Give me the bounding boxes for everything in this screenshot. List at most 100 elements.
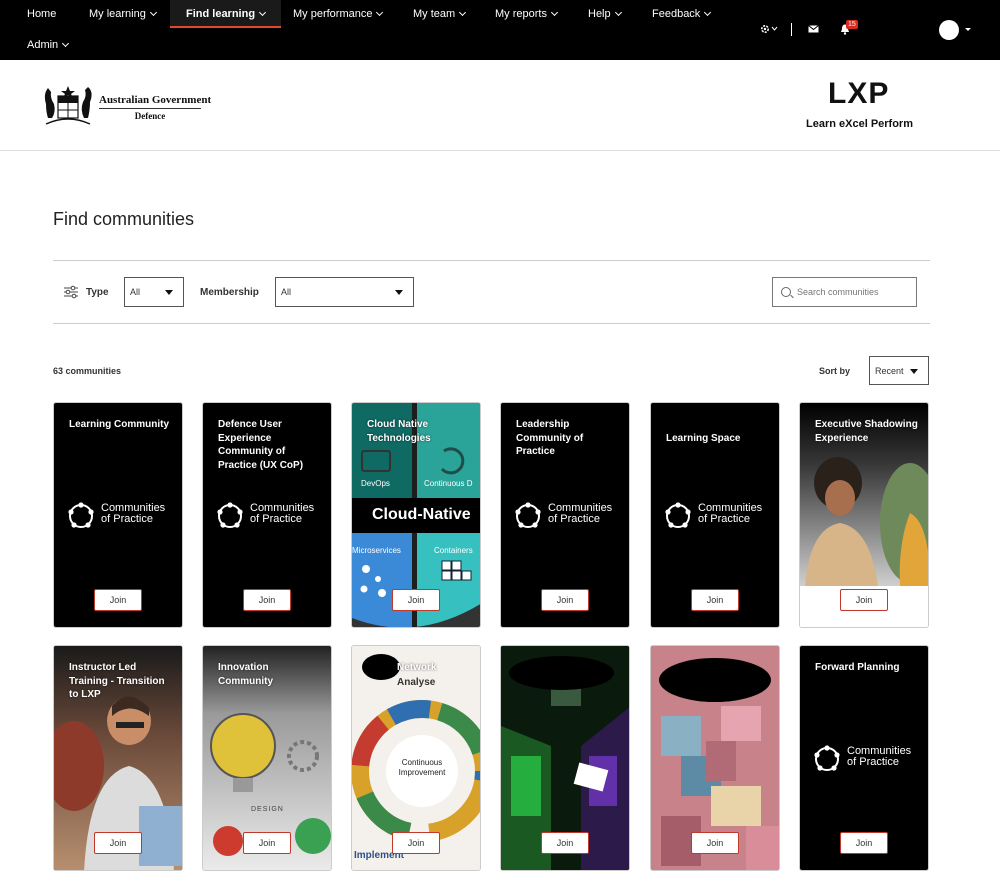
membership-select-value: All (281, 287, 292, 297)
microservices-label: Microservices (352, 546, 401, 555)
join-button[interactable]: Join (243, 832, 291, 854)
caret-down-icon (165, 290, 173, 295)
community-card[interactable]: Learning Community Communities of Practic… (53, 402, 183, 628)
lxp-logo[interactable]: LXP (828, 78, 889, 110)
join-button[interactable]: Join (94, 589, 142, 611)
redaction-mark (659, 658, 771, 702)
notification-badge: 15 (846, 20, 858, 29)
community-card[interactable]: Join (500, 645, 630, 871)
card-title: Network (397, 662, 437, 673)
join-button[interactable]: Join (243, 589, 291, 611)
chevron-down-icon (62, 39, 70, 48)
cloud-native-banner: Cloud-Native (372, 506, 471, 523)
filter-sliders-icon (64, 285, 78, 299)
nav-my-performance[interactable]: My performance (293, 0, 384, 28)
chevron-down-icon (459, 8, 467, 17)
sort-label: Sort by (819, 366, 851, 376)
nav-label: Admin (27, 39, 59, 51)
community-card[interactable]: Join (650, 645, 780, 871)
nav-help[interactable]: Help (588, 0, 622, 28)
design-sketch-label: DESIGN (251, 806, 284, 813)
divider (53, 260, 930, 261)
nav-my-reports[interactable]: My reports (495, 0, 559, 28)
sort-select-value: Recent (875, 366, 904, 376)
nav-my-team[interactable]: My team (413, 0, 467, 28)
department-name: Defence (134, 111, 166, 121)
card-title: Forward Planning (815, 662, 900, 673)
card-title: Leadership Community of Practice (516, 419, 584, 457)
cop-network-icon (814, 745, 840, 771)
join-button[interactable]: Join (840, 589, 888, 611)
cop-line-2: of Practice (548, 513, 600, 525)
page-title: Find communities (53, 209, 195, 229)
cop-line-2: of Practice (698, 513, 750, 525)
chevron-down-icon (704, 8, 712, 17)
type-select-value: All (130, 287, 141, 297)
continuous-improvement-label: Continuous Improvement (398, 758, 446, 777)
search-placeholder: Search communities (797, 287, 879, 297)
community-card[interactable]: Learning Space Communities of Practice Jo… (650, 402, 780, 628)
gov-divider (99, 108, 201, 109)
avatar[interactable] (939, 20, 959, 40)
chevron-down-icon (149, 8, 157, 17)
join-button[interactable]: Join (392, 589, 440, 611)
community-card[interactable]: Cloud Native Technologies DevOps Continu… (351, 402, 481, 628)
cop-network-icon (68, 502, 94, 528)
community-card[interactable]: Instructor Led Training - Transition to … (53, 645, 183, 871)
divider (53, 323, 930, 324)
join-button[interactable]: Join (840, 832, 888, 854)
communities-of-practice-logo: Communities of Practice (663, 499, 775, 533)
cop-line-2: of Practice (101, 513, 153, 525)
join-button[interactable]: Join (691, 589, 739, 611)
nav-find-learning[interactable]: Find learning (170, 0, 282, 28)
nav-label: My reports (495, 8, 547, 20)
card-title: Defence User Experience Community of Pra… (218, 419, 304, 471)
cop-network-icon (515, 502, 541, 528)
sort-select[interactable]: Recent (869, 356, 929, 385)
cop-line-2: of Practice (250, 513, 302, 525)
nav-my-learning[interactable]: My learning (89, 0, 157, 28)
search-communities-input[interactable]: Search communities (772, 277, 917, 307)
nav-feedback[interactable]: Feedback (652, 0, 712, 28)
caret-down-icon[interactable] (965, 27, 971, 32)
gear-icon[interactable] (760, 23, 780, 35)
nav-home[interactable]: Home (27, 0, 56, 28)
join-button[interactable]: Join (392, 832, 440, 854)
community-card[interactable]: Network Analyse Continuous Improvement I… (351, 645, 481, 871)
community-card[interactable]: Leadership Community of Practice Communi… (500, 402, 630, 628)
card-title: Innovation Community (218, 662, 273, 687)
join-button[interactable]: Join (541, 832, 589, 854)
nav-label: My team (413, 8, 456, 20)
join-button[interactable]: Join (691, 832, 739, 854)
devops-label: DevOps (361, 479, 390, 488)
communities-of-practice-logo: Communities of Practice (215, 499, 327, 533)
chevron-down-icon (376, 8, 384, 17)
join-button[interactable]: Join (541, 589, 589, 611)
nav-label: Help (588, 8, 611, 20)
type-select[interactable]: All (124, 277, 184, 307)
redaction-mark (509, 656, 614, 690)
community-card[interactable]: Defence User Experience Community of Pra… (202, 402, 332, 628)
join-button[interactable]: Join (94, 832, 142, 854)
chevron-down-icon (259, 8, 267, 17)
membership-select[interactable]: All (275, 277, 414, 307)
nav-label: My performance (293, 8, 373, 20)
caret-down-icon (395, 290, 403, 295)
card-title: Instructor Led Training - Transition to … (69, 662, 165, 700)
community-card[interactable]: Innovation Community DESIGN Join (202, 645, 332, 871)
membership-filter-label: Membership (200, 287, 259, 298)
mail-icon[interactable] (808, 25, 819, 33)
community-card[interactable]: Forward Planning Communities of Practice … (799, 645, 929, 871)
continuous-label: Continuous D (424, 479, 473, 488)
nav-label: Find learning (186, 8, 256, 20)
gov-name: Australian Government (99, 94, 212, 106)
nav-label: Feedback (652, 8, 701, 20)
community-card[interactable]: Executive Shadowing Experience Join (799, 402, 929, 628)
type-filter-label: Type (86, 287, 109, 298)
containers-label: Containers (434, 546, 473, 555)
nav-admin[interactable]: Admin (27, 31, 70, 59)
communities-of-practice-logo: Communities of Practice (66, 499, 178, 533)
communities-of-practice-logo: Communities of Practice (513, 499, 625, 533)
cop-network-icon (217, 502, 243, 528)
nav-label: My learning (89, 8, 146, 20)
